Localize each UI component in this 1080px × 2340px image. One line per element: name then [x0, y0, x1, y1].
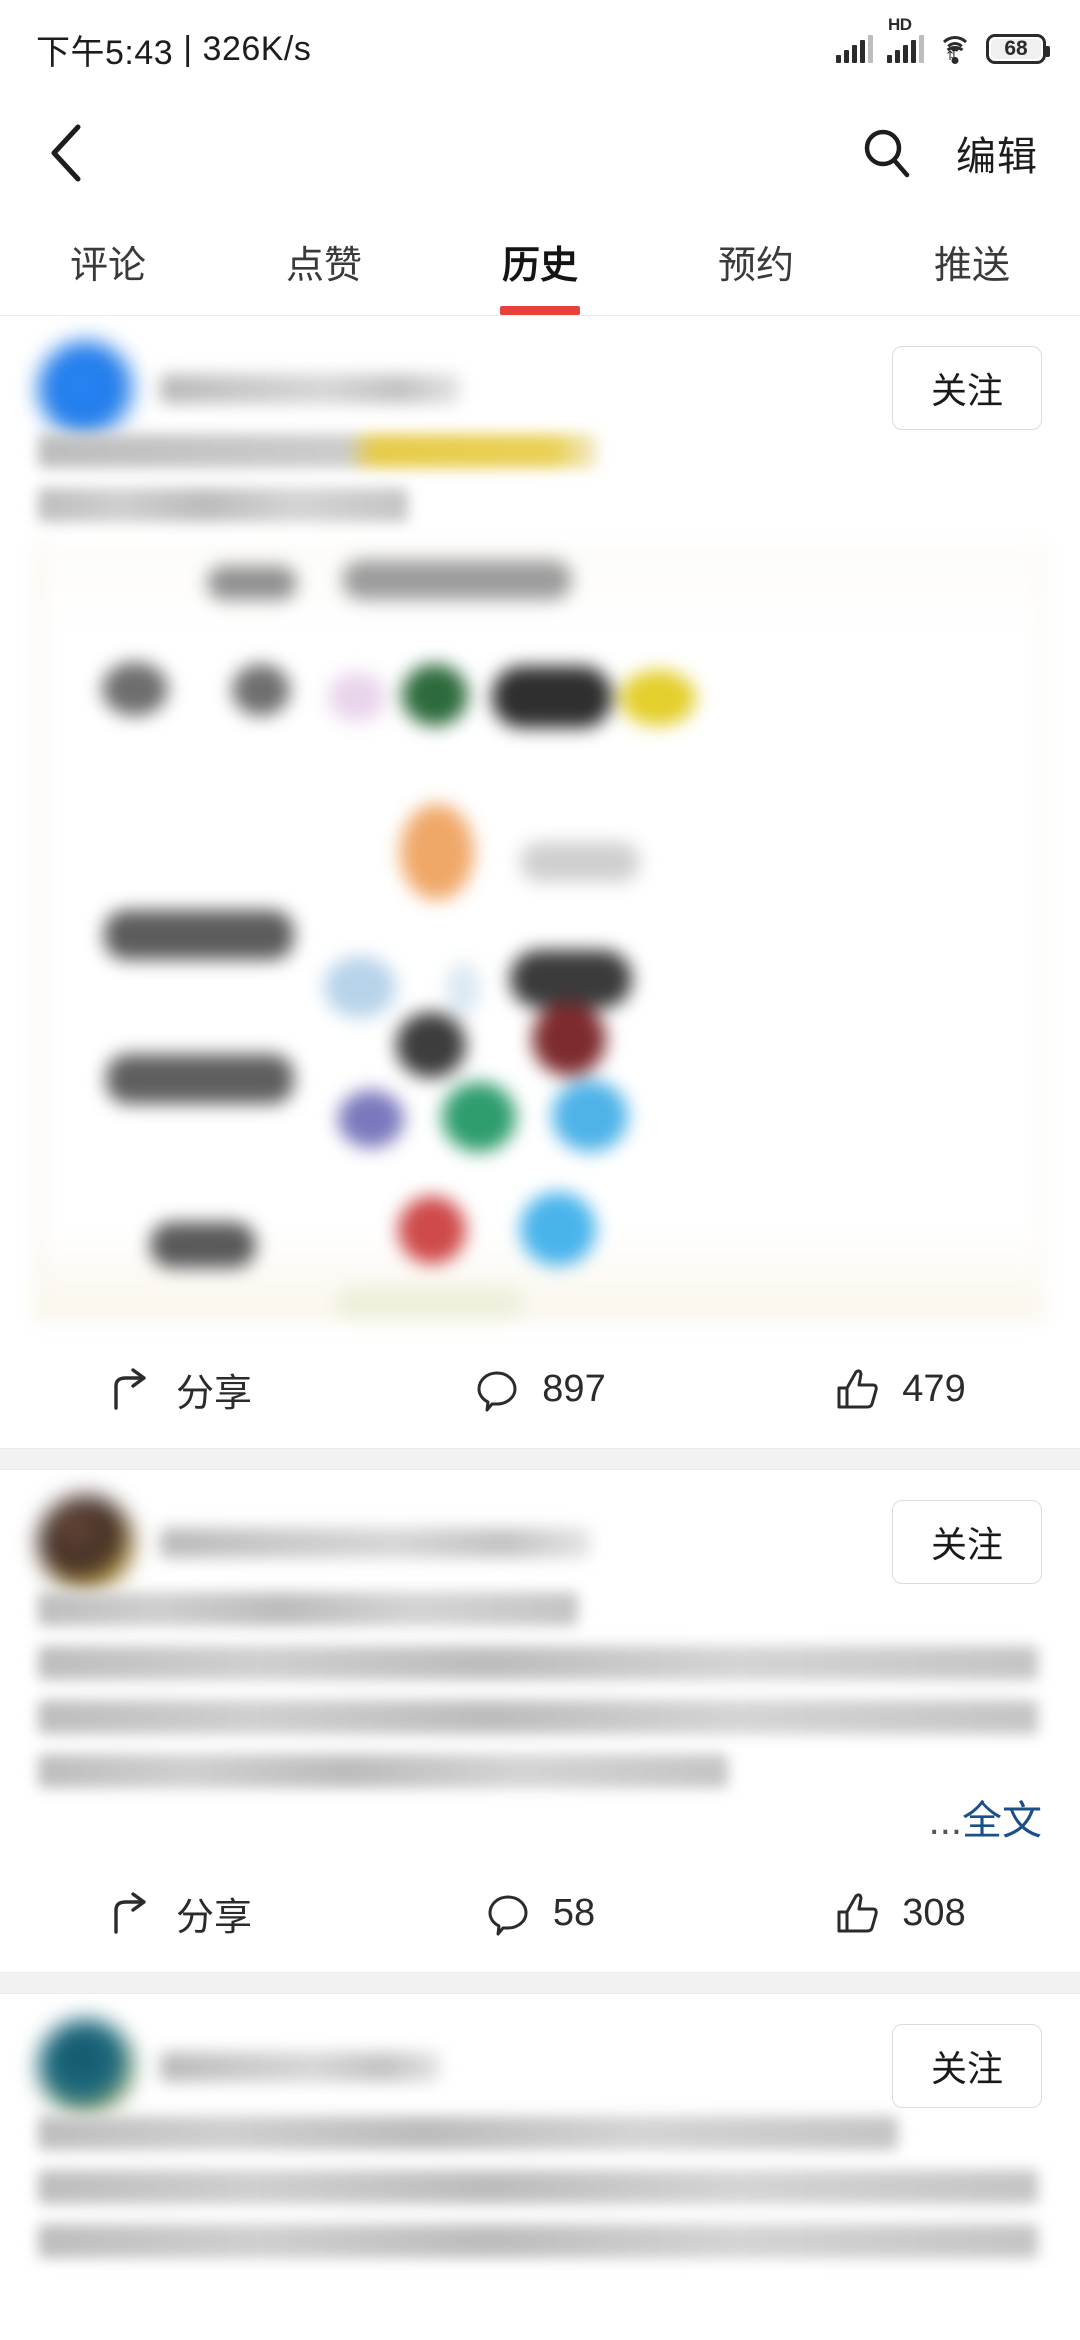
- navigation-bar: 编辑: [0, 98, 1080, 208]
- search-icon[interactable]: [858, 124, 916, 182]
- full-text-label: 全文: [962, 1799, 1042, 1843]
- username-redacted: [160, 2052, 440, 2082]
- follow-button[interactable]: 关注: [892, 2024, 1042, 2108]
- comment-action[interactable]: 897: [360, 1366, 720, 1412]
- signal-hd-icon: HD: [887, 15, 924, 63]
- tab-likes[interactable]: 点赞: [216, 208, 432, 315]
- text-line: [38, 1592, 578, 1626]
- nav-actions: 编辑: [858, 124, 1038, 182]
- status-bar-left: 下午5:43 | 326K/s: [36, 25, 311, 74]
- username-redacted: [160, 374, 460, 404]
- back-chevron-icon[interactable]: [44, 123, 104, 183]
- list-item[interactable]: 关注: [0, 1994, 1080, 2258]
- wifi-icon: ⇅: [938, 35, 972, 64]
- tab-label: 评论: [69, 245, 146, 287]
- tab-bar: 评论 点赞 历史 预约 推送: [0, 208, 1080, 316]
- avatar[interactable]: [38, 2019, 134, 2115]
- text-line: [38, 1754, 728, 1788]
- post-text-redacted: [0, 434, 1080, 522]
- post-action-bar: 分享 58 308: [0, 1854, 1080, 1972]
- comment-count: 58: [552, 1891, 596, 1934]
- share-action[interactable]: 分享: [0, 1362, 360, 1417]
- list-item[interactable]: 关注: [0, 316, 1080, 1448]
- tab-label: 点赞: [285, 245, 362, 287]
- app-screen: 下午5:43 | 326K/s HD ⇅ 68 编辑 评论 点赞 历史 预约 推…: [0, 0, 1080, 2340]
- text-line: [38, 2170, 1038, 2204]
- username-redacted: [160, 1528, 590, 1558]
- tab-label: 预约: [717, 245, 794, 287]
- list-item[interactable]: 关注 ...全文 分享 58 308: [0, 1470, 1080, 1972]
- post-header: 关注: [0, 316, 1080, 437]
- post-divider: [0, 1448, 1080, 1470]
- status-bar: 下午5:43 | 326K/s HD ⇅ 68: [0, 0, 1080, 98]
- like-action[interactable]: 479: [720, 1366, 1080, 1412]
- post-divider: [0, 1972, 1080, 1994]
- comment-action[interactable]: 58: [360, 1890, 720, 1936]
- post-image[interactable]: [36, 542, 1044, 1322]
- post-action-bar: 分享 897 479: [0, 1330, 1080, 1448]
- signal-icon: [836, 35, 873, 63]
- like-count: 479: [902, 1367, 966, 1410]
- tab-push[interactable]: 推送: [864, 208, 1080, 315]
- ellipsis: ...: [928, 1799, 962, 1843]
- feed-list[interactable]: 关注 分享 897 479 关注 ...全文 分享 58 308 关注: [0, 316, 1080, 2258]
- text-line: [38, 2224, 1038, 2258]
- share-label: 分享: [175, 1372, 252, 1415]
- share-action[interactable]: 分享: [0, 1886, 360, 1941]
- tab-comments[interactable]: 评论: [0, 208, 216, 315]
- like-count: 308: [902, 1891, 966, 1934]
- status-separator: |: [183, 29, 193, 68]
- battery-level: 68: [1004, 37, 1028, 60]
- follow-button[interactable]: 关注: [892, 1500, 1042, 1584]
- post-header: 关注: [0, 1470, 1080, 1591]
- tab-label: 历史: [501, 245, 578, 287]
- post-header: 关注: [0, 1994, 1080, 2115]
- text-line: [38, 1646, 1038, 1680]
- text-line: [38, 2116, 898, 2150]
- status-time: 下午5:43: [36, 33, 174, 72]
- tab-label: 推送: [933, 245, 1010, 287]
- battery-icon: 68: [986, 34, 1050, 64]
- text-line: [38, 434, 598, 468]
- like-action[interactable]: 308: [720, 1890, 1080, 1936]
- edit-button[interactable]: 编辑: [956, 124, 1038, 182]
- hd-label: HD: [888, 15, 912, 34]
- text-line: [38, 1700, 1038, 1734]
- avatar[interactable]: [38, 1495, 134, 1591]
- text-line: [38, 488, 408, 522]
- full-text-link[interactable]: ...全文: [0, 1788, 1080, 1846]
- follow-button[interactable]: 关注: [892, 346, 1042, 430]
- comment-count: 897: [542, 1367, 606, 1410]
- status-bar-right: HD ⇅ 68: [836, 15, 1050, 64]
- tab-history[interactable]: 历史: [432, 208, 648, 315]
- share-label: 分享: [175, 1896, 252, 1939]
- post-text-redacted: [0, 2112, 1080, 2258]
- tab-active-indicator: [500, 306, 580, 315]
- tab-appointments[interactable]: 预约: [648, 208, 864, 315]
- avatar[interactable]: [38, 341, 134, 437]
- post-text-redacted: [0, 1588, 1080, 1788]
- network-speed: 326K/s: [202, 29, 312, 68]
